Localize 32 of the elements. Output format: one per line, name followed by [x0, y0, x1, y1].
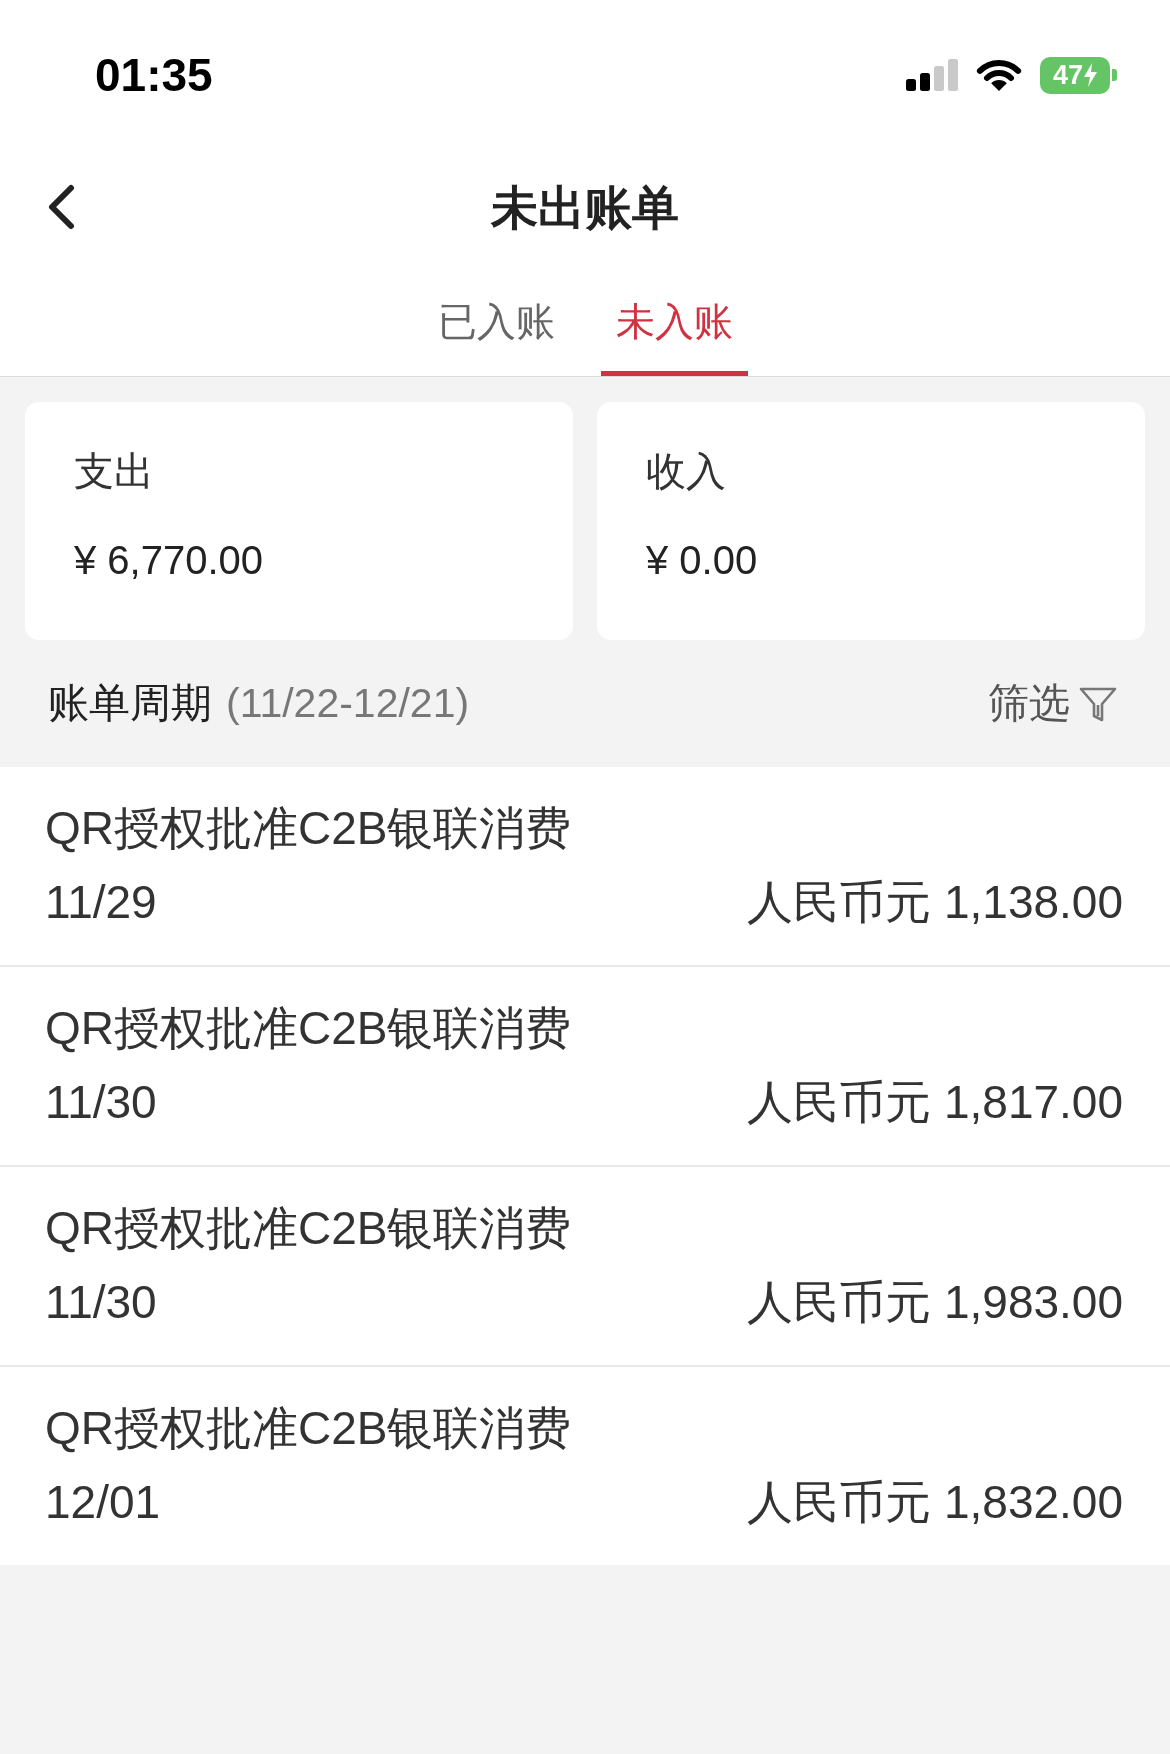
summary-amount: ¥ 0.00 [646, 537, 758, 584]
summary-amount: ¥ 6,770.00 [74, 537, 264, 584]
transaction-description: QR授权批准C2B银联消费 [45, 1203, 572, 1253]
battery-percent: 47 [1052, 61, 1083, 89]
signal-icon [906, 59, 958, 91]
transaction-amount: 人民币元 1,832.00 [747, 1477, 1123, 1527]
transaction-amount: 人民币元 1,983.00 [747, 1277, 1123, 1327]
tab[interactable]: 未入账 [600, 264, 748, 376]
transaction-description: QR授权批准C2B银联消费 [45, 1403, 572, 1453]
transaction-date: 11/30 [45, 1277, 157, 1327]
transaction-amount: 人民币元 1,138.00 [747, 877, 1123, 927]
tab[interactable]: 已入账 [422, 264, 570, 376]
summary-label: 支出 [74, 448, 154, 495]
transaction-description: QR授权批准C2B银联消费 [45, 1003, 572, 1053]
page-title: 未出账单 [491, 183, 679, 231]
transaction-row[interactable]: QR授权批准C2B银联消费 11/30 人民币元 1,817.00 [0, 967, 1170, 1165]
battery-tip-icon [1112, 69, 1117, 81]
transaction-date: 12/01 [45, 1477, 161, 1527]
chevron-left-icon [46, 184, 76, 230]
transaction-row[interactable]: QR授权批准C2B银联消费 11/30 人民币元 1,983.00 [0, 1167, 1170, 1365]
transaction-amount: 人民币元 1,817.00 [747, 1077, 1123, 1127]
transaction-date: 11/30 [45, 1077, 157, 1127]
period-range: (11/22-12/21) [226, 683, 470, 724]
status-time: 01:35 [95, 52, 213, 98]
summary-label: 收入 [646, 448, 726, 495]
wifi-icon [974, 58, 1024, 92]
transaction-row[interactable]: QR授权批准C2B银联消费 12/01 人民币元 1,832.00 [0, 1367, 1170, 1565]
transaction-row[interactable]: QR授权批准C2B银联消费 11/29 人民币元 1,138.00 [0, 767, 1170, 965]
transaction-description: QR授权批准C2B银联消费 [45, 803, 572, 853]
filter-button[interactable]: 筛选 [988, 683, 1118, 724]
transaction-date: 11/29 [45, 877, 157, 927]
period-label: 账单周期 [48, 683, 212, 724]
